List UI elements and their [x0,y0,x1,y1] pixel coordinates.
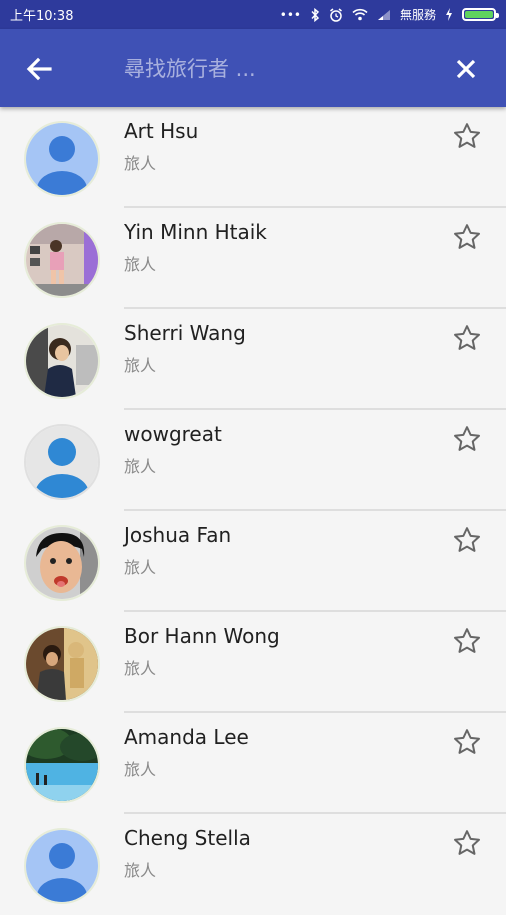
default-avatar [24,424,100,500]
traveler-name: Amanda Lee [124,725,249,749]
star-icon[interactable] [452,626,482,656]
default-avatar [24,828,100,904]
star-icon[interactable] [452,222,482,252]
status-bar: 上午10:38 ••• 無服務 [0,0,506,29]
list-item[interactable]: wowgreat 旅人 [0,410,506,511]
star-icon[interactable] [452,727,482,757]
traveler-role: 旅人 [124,255,157,274]
battery-level [465,11,493,18]
carrier-label: 無服務 [399,7,436,22]
traveler-role: 旅人 [124,659,157,678]
traveler-name: Art Hsu [124,119,199,143]
status-time: 上午10:38 [10,9,74,24]
traveler-name: wowgreat [124,422,222,446]
alarm-icon [330,7,342,22]
photo-avatar [24,626,100,702]
traveler-role: 旅人 [124,558,157,577]
traveler-role: 旅人 [124,154,157,173]
traveler-role: 旅人 [124,760,157,779]
notification-dots: ••• [279,7,301,22]
search-travelers-input[interactable] [124,51,424,87]
photo-avatar [24,727,100,803]
signal-icon [377,9,390,20]
app-bar [0,29,506,107]
list-item[interactable]: Joshua Fan 旅人 [0,511,506,612]
star-icon[interactable] [452,424,482,454]
default-avatar [24,121,100,197]
list-item[interactable]: Amanda Lee 旅人 [0,713,506,814]
traveler-role: 旅人 [124,861,157,880]
traveler-role: 旅人 [124,356,157,375]
traveler-name: Bor Hann Wong [124,624,280,648]
star-icon[interactable] [452,323,482,353]
traveler-name: Sherri Wang [124,321,246,345]
list-item[interactable]: Bor Hann Wong 旅人 [0,612,506,713]
bluetooth-icon [311,7,320,22]
star-icon[interactable] [452,525,482,555]
photo-avatar [24,222,100,298]
traveler-name: Yin Minn Htaik [124,220,267,244]
star-icon[interactable] [452,121,482,151]
traveler-name: Cheng Stella [124,826,251,850]
close-icon[interactable] [448,51,484,87]
photo-avatar [24,525,100,601]
wifi-icon [352,8,368,21]
status-icons: ••• 無服務 [279,7,499,22]
traveler-role: 旅人 [124,457,157,476]
star-icon[interactable] [452,828,482,858]
traveler-name: Joshua Fan [124,523,232,547]
list-item[interactable]: Art Hsu 旅人 [0,107,506,208]
battery-icon [462,8,499,21]
list-item[interactable]: Yin Minn Htaik 旅人 [0,208,506,309]
charging-icon [446,8,452,21]
list-item[interactable]: Sherri Wang 旅人 [0,309,506,410]
photo-avatar [24,323,100,399]
arrow-left-icon[interactable] [22,51,58,87]
traveler-list: Art Hsu 旅人 Yin Minn Htaik 旅人 Sherri Wang… [0,107,506,915]
